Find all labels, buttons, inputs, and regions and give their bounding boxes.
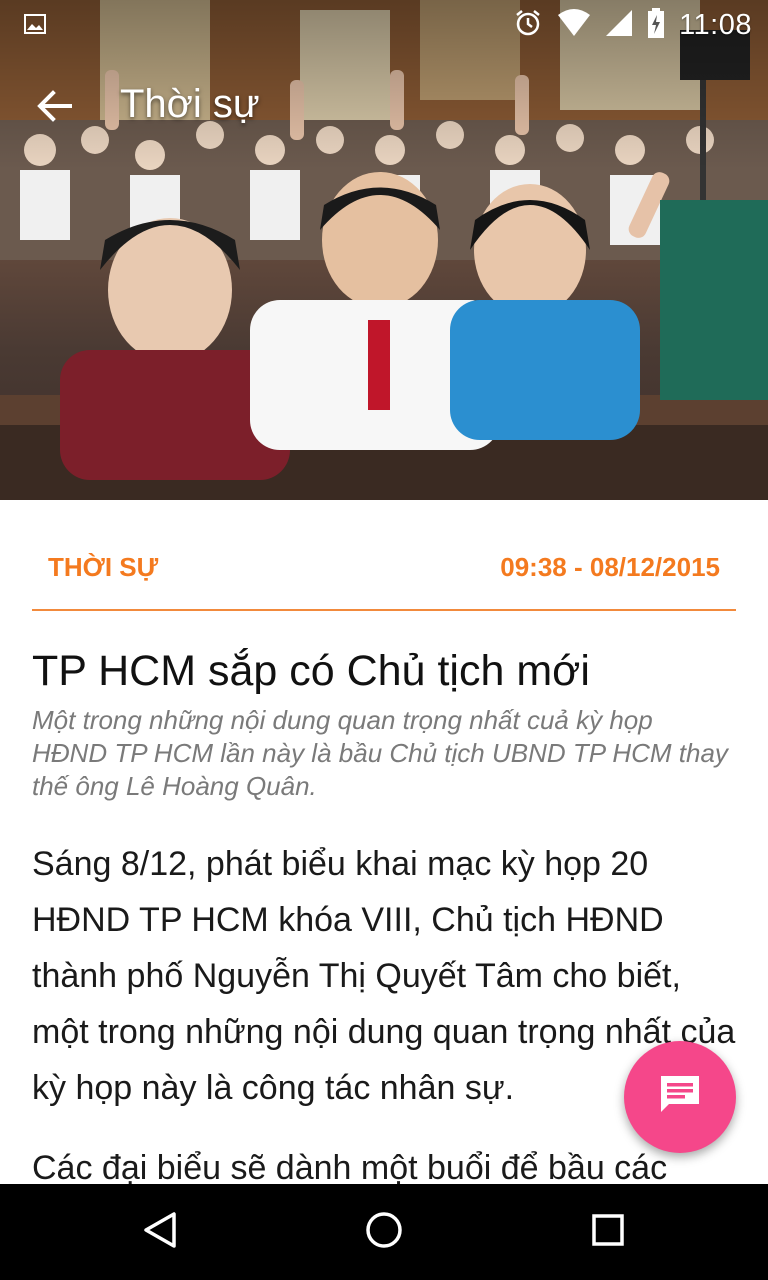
system-navigation-bar xyxy=(0,1184,768,1280)
alarm-icon xyxy=(513,8,543,43)
comment-fab-button[interactable] xyxy=(624,1041,736,1153)
arrow-back-icon xyxy=(36,88,72,129)
app-toolbar: Thời sự xyxy=(0,60,768,156)
article-headline: TP HCM sắp có Chủ tịch mới xyxy=(32,647,590,695)
gallery-icon xyxy=(24,14,46,34)
status-time: 11:08 xyxy=(679,8,752,41)
comment-icon xyxy=(657,1072,703,1123)
back-triangle-icon xyxy=(140,1210,180,1255)
article-screen: 11:08 Thời sự THỜI SỰ 09:38 - 08/12/2015… xyxy=(0,0,768,1280)
status-bar: 11:08 xyxy=(0,0,768,50)
signal-icon xyxy=(605,9,633,42)
publish-timestamp: 09:38 - 08/12/2015 xyxy=(500,552,720,582)
nav-back-button[interactable] xyxy=(130,1202,190,1262)
toolbar-title: Thời sự xyxy=(120,82,260,126)
meta-divider xyxy=(32,609,736,611)
nav-home-button[interactable] xyxy=(354,1202,414,1262)
nav-recents-button[interactable] xyxy=(578,1202,638,1262)
status-icons: 11:08 xyxy=(513,7,752,43)
home-circle-icon xyxy=(364,1210,404,1255)
recents-square-icon xyxy=(588,1210,628,1255)
article-summary: Một trong những nội dung quan trọng nhất… xyxy=(32,705,728,801)
battery-charging-icon xyxy=(647,7,665,43)
article-meta: THỜI SỰ 09:38 - 08/12/2015 xyxy=(32,548,736,592)
wifi-icon xyxy=(557,8,591,42)
back-button[interactable] xyxy=(30,84,78,132)
category-label[interactable]: THỜI SỰ xyxy=(48,552,158,583)
